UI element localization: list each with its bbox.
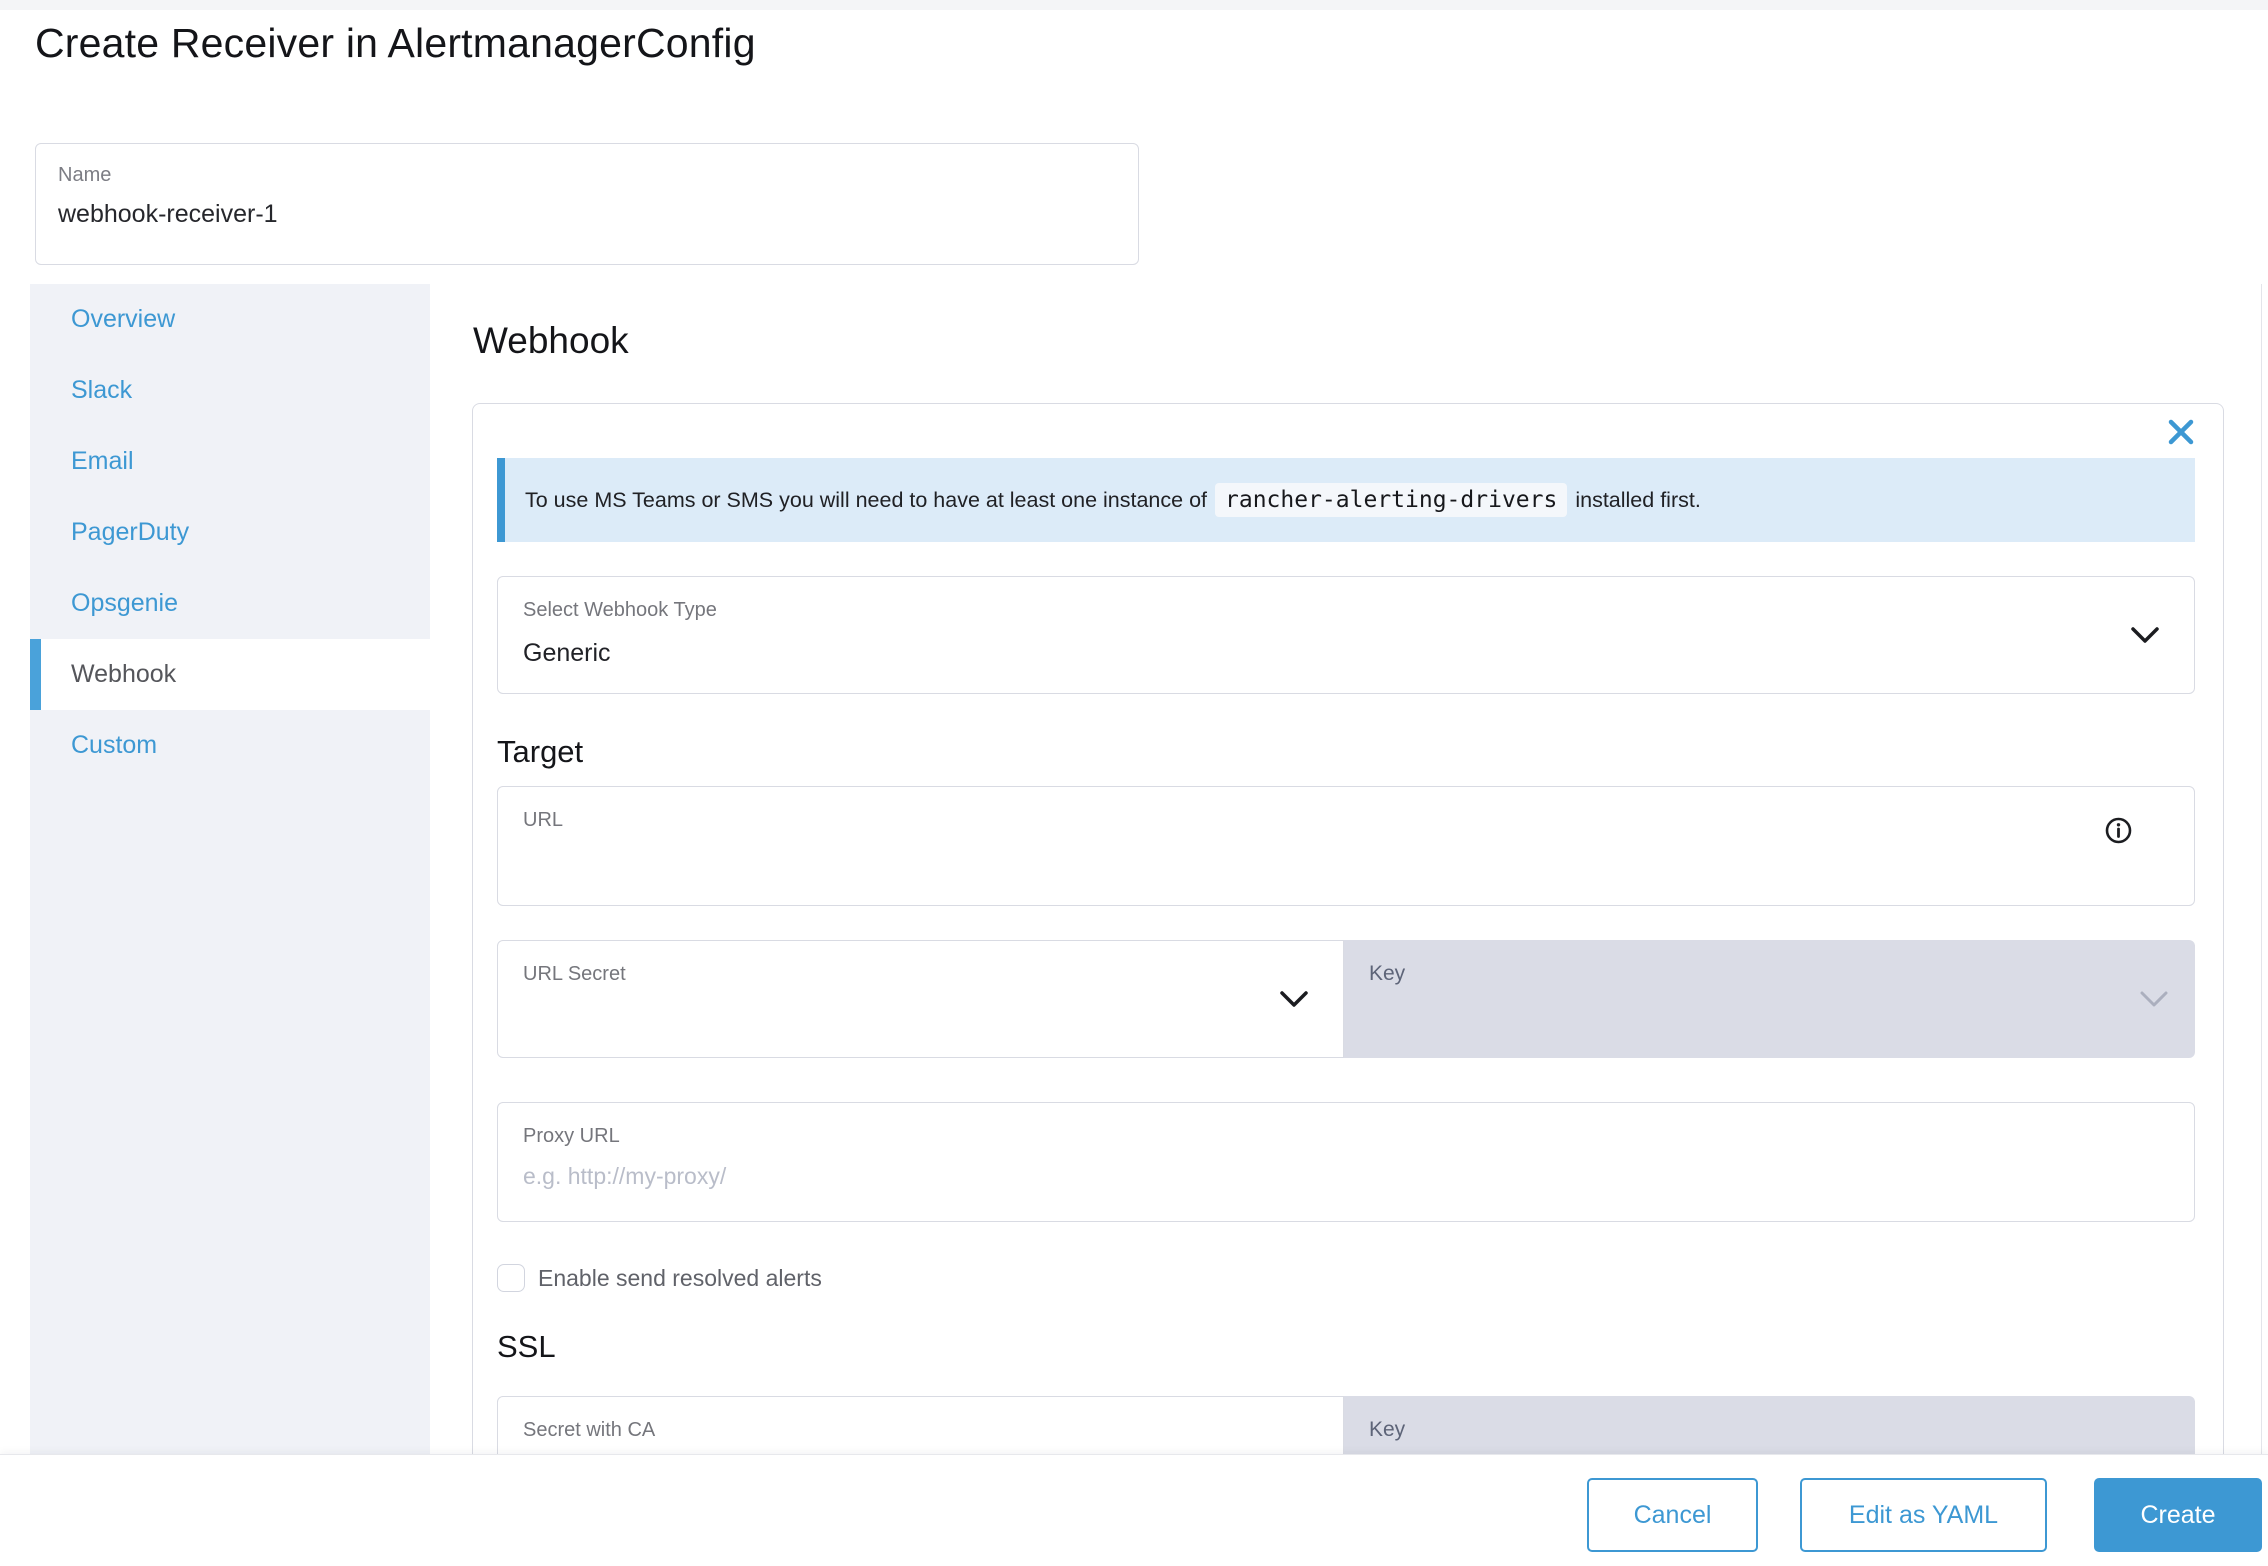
name-field-label: Name [58,164,111,187]
secret-ca-label: Secret with CA [523,1419,655,1442]
sidebar-item-slack[interactable]: Slack [30,355,430,426]
proxy-url-label: Proxy URL [523,1125,620,1148]
chevron-down-icon [2130,626,2160,644]
sidebar-item-custom[interactable]: Custom [30,710,430,781]
send-resolved-checkbox-row[interactable]: Enable send resolved alerts [497,1264,822,1292]
webhook-type-select[interactable]: Select Webhook Type Generic [497,576,2195,694]
secret-ca-key-select-disabled: Key [1344,1396,2195,1454]
webhook-type-label: Select Webhook Type [523,599,717,622]
url-field[interactable]: URL [497,786,2195,906]
receiver-name-field[interactable]: Name webhook-receiver-1 [35,143,1139,265]
banner-text-before: To use MS Teams or SMS you will need to … [525,488,1207,513]
cancel-button[interactable]: Cancel [1587,1478,1758,1552]
action-footer: Cancel Edit as YAML Create [0,1454,2268,1566]
chevron-down-icon [1279,990,1309,1008]
proxy-url-placeholder: e.g. http://my-proxy/ [523,1163,726,1190]
url-secret-key-select-disabled: Key [1344,940,2195,1058]
webhook-type-value: Generic [523,639,611,668]
chevron-down-icon [2139,990,2169,1008]
secret-ca-select[interactable]: Secret with CA [497,1396,1344,1454]
info-icon[interactable] [2105,817,2132,844]
close-icon[interactable] [2165,416,2197,448]
sidebar-item-overview[interactable]: Overview [30,284,430,355]
url-secret-select[interactable]: URL Secret [497,940,1344,1058]
proxy-url-field[interactable]: Proxy URL e.g. http://my-proxy/ [497,1102,2195,1222]
url-secret-key-label: Key [1369,962,1405,986]
sidebar-item-opsgenie[interactable]: Opsgenie [30,568,430,639]
sidebar-item-email[interactable]: Email [30,426,430,497]
url-secret-row: URL Secret Key [497,940,2195,1058]
ssl-section-heading: SSL [497,1329,556,1365]
name-field-value[interactable]: webhook-receiver-1 [58,200,278,229]
banner-text-after: installed first. [1575,488,1700,513]
sidebar-item-pagerduty[interactable]: PagerDuty [30,497,430,568]
send-resolved-label: Enable send resolved alerts [538,1265,822,1292]
create-button[interactable]: Create [2094,1478,2262,1552]
edit-as-yaml-button[interactable]: Edit as YAML [1800,1478,2047,1552]
target-section-heading: Target [497,734,583,770]
page-top-strip [0,0,2268,10]
sidebar-item-webhook[interactable]: Webhook [30,639,430,710]
drivers-info-banner: To use MS Teams or SMS you will need to … [497,458,2195,542]
banner-code-snippet: rancher-alerting-drivers [1215,483,1567,517]
url-field-label: URL [523,809,563,832]
url-secret-label: URL Secret [523,963,626,986]
receiver-tabs: OverviewSlackEmailPagerDutyOpsgenieWebho… [30,284,2262,1454]
page-title: Create Receiver in AlertmanagerConfig [35,20,756,67]
secret-ca-row: Secret with CA Key [497,1396,2195,1454]
send-resolved-checkbox[interactable] [497,1264,525,1292]
webhook-panel-heading: Webhook [473,320,629,362]
webhook-tab-panel: Webhook To use MS Teams or SMS you will … [430,284,2262,1454]
receiver-type-sidebar: OverviewSlackEmailPagerDutyOpsgenieWebho… [30,284,430,1454]
webhook-form-card: To use MS Teams or SMS you will need to … [472,403,2224,1454]
secret-ca-key-label: Key [1369,1418,1405,1442]
